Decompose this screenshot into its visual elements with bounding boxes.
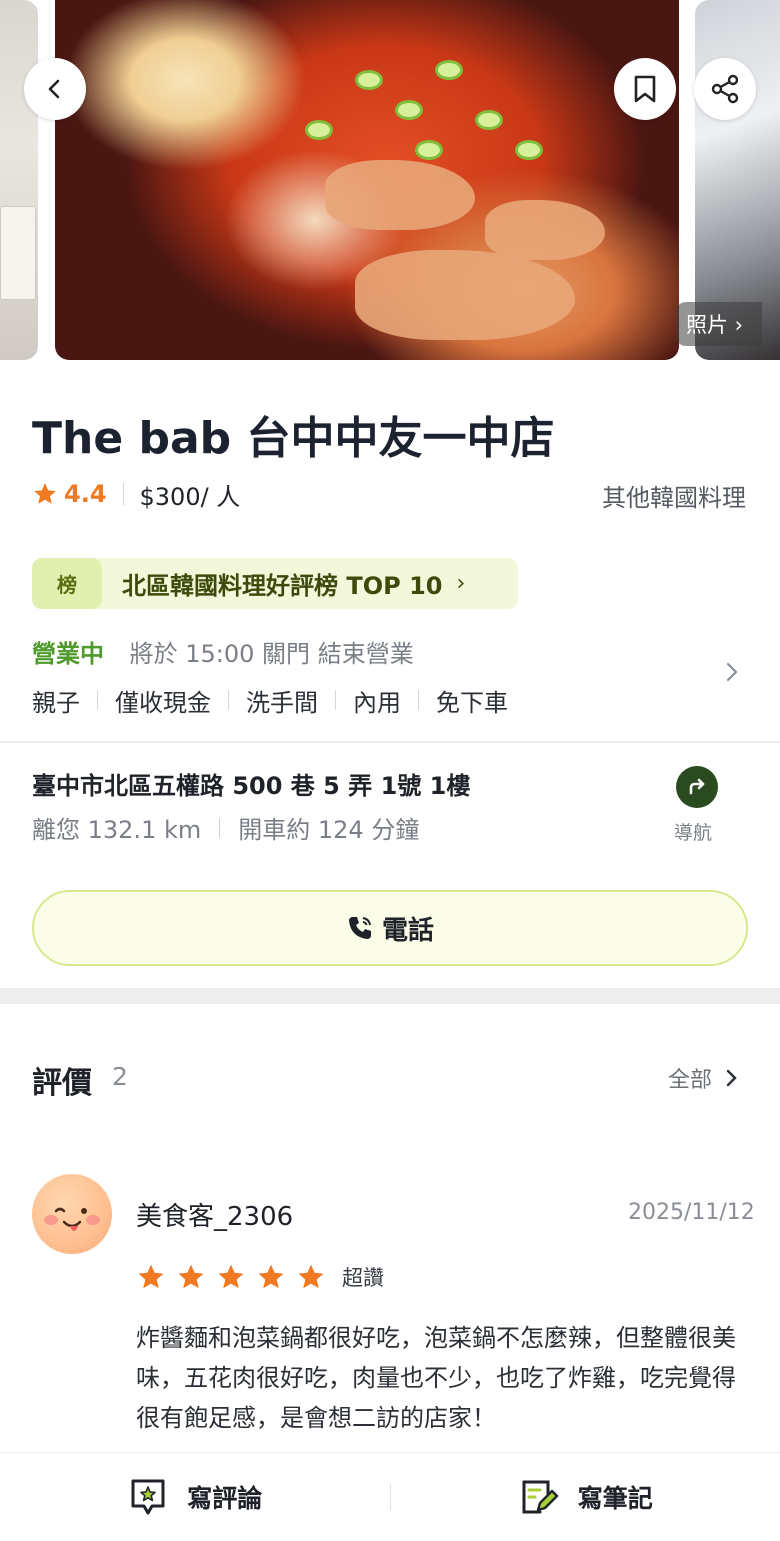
see-all-reviews-link[interactable]: 全部 [668,1062,742,1094]
bottom-action-bar: 寫評論 寫筆記 [0,1452,780,1541]
star-icon [216,1262,246,1292]
navigation-arrow-icon [685,775,709,799]
drive-time: 開車約 124 分鐘 [238,810,419,845]
back-button[interactable] [24,58,86,120]
bookmark-icon [632,74,658,104]
pencil-note-icon [518,1476,560,1518]
chevron-right-icon [720,1067,742,1089]
reviews-count: 2 [112,1062,128,1091]
review-star-bubble-icon [127,1476,169,1518]
review-date: 2025/11/12 [628,1200,755,1225]
amenity-tag: 免下車 [436,683,508,718]
call-button[interactable]: 電話 [32,890,748,966]
avatar[interactable] [32,1174,112,1254]
section-separator [0,988,780,1004]
divider [0,741,780,743]
amenities-row[interactable]: 親子 僅收現金 洗手間 內用 免下車 [32,682,508,718]
write-review-label: 寫評論 [187,1479,262,1515]
rating-value: 4.4 [64,480,107,508]
divider [123,483,124,505]
navigate-label[interactable]: 導航 [674,818,712,845]
phone-icon [346,914,374,942]
ranking-banner[interactable]: 榜 北區韓國料理好評榜 TOP 10 › [32,558,518,609]
distance-row: 離您 132.1 km 開車約 124 分鐘 [32,810,419,845]
reviews-heading: 評價 [32,1058,92,1102]
write-note-button[interactable]: 寫筆記 [391,1476,780,1518]
rating-row: 4.4 $300/ 人 [32,476,240,512]
rating-label: 超讚 [342,1262,384,1292]
review-star-rating: 超讚 [136,1262,384,1292]
bookmark-button[interactable] [614,58,676,120]
restaurant-name: The bab 台中中友一中店 [32,402,555,466]
amenity-tag: 親子 [32,683,80,718]
star-icon [176,1262,206,1292]
price-per-person: $300/ 人 [140,477,241,512]
write-review-button[interactable]: 寫評論 [0,1476,390,1518]
amenity-tag: 洗手間 [246,683,318,718]
review-text[interactable]: 炸醬麵和泡菜鍋都很好吃，泡菜鍋不怎麼辣，但整體很美味，五花肉很好吃，肉量也不少，… [136,1318,748,1438]
star-icon [136,1262,166,1292]
address-text[interactable]: 臺中市北區五權路 500 巷 5 弄 1號 1樓 [32,766,470,801]
photo-main[interactable] [55,0,679,360]
share-icon [709,73,741,105]
chevron-left-icon [44,78,66,100]
share-button[interactable] [694,58,756,120]
navigate-button[interactable] [676,766,718,808]
smiley-face-icon [32,1174,112,1254]
amenity-tag: 內用 [353,683,401,718]
open-status: 營業中 [32,640,104,668]
closing-info: 將於 15:00 關門 結束營業 [130,640,414,668]
chevron-right-icon: › [456,571,465,596]
see-all-label: 全部 [668,1062,712,1094]
ranking-badge: 榜 [32,558,102,609]
photo-thumbnail-previous[interactable] [0,0,38,360]
cuisine-type[interactable]: 其他韓國料理 [602,478,746,513]
write-note-label: 寫筆記 [578,1479,653,1515]
star-icon [256,1262,286,1292]
star-icon [32,481,58,507]
star-icon [296,1262,326,1292]
amenity-tag: 僅收現金 [115,683,211,718]
call-label: 電話 [382,910,434,947]
business-hours[interactable]: 營業中 將於 15:00 關門 結束營業 [32,634,414,669]
ranking-text: 北區韓國料理好評榜 TOP 10 [122,566,442,601]
distance: 離您 132.1 km [32,810,201,845]
reviewer-name[interactable]: 美食客_2306 [136,1196,293,1233]
photo-carousel[interactable] [0,0,780,362]
photos-link[interactable]: 照片 › [676,302,762,346]
chevron-right-icon[interactable] [724,660,740,690]
